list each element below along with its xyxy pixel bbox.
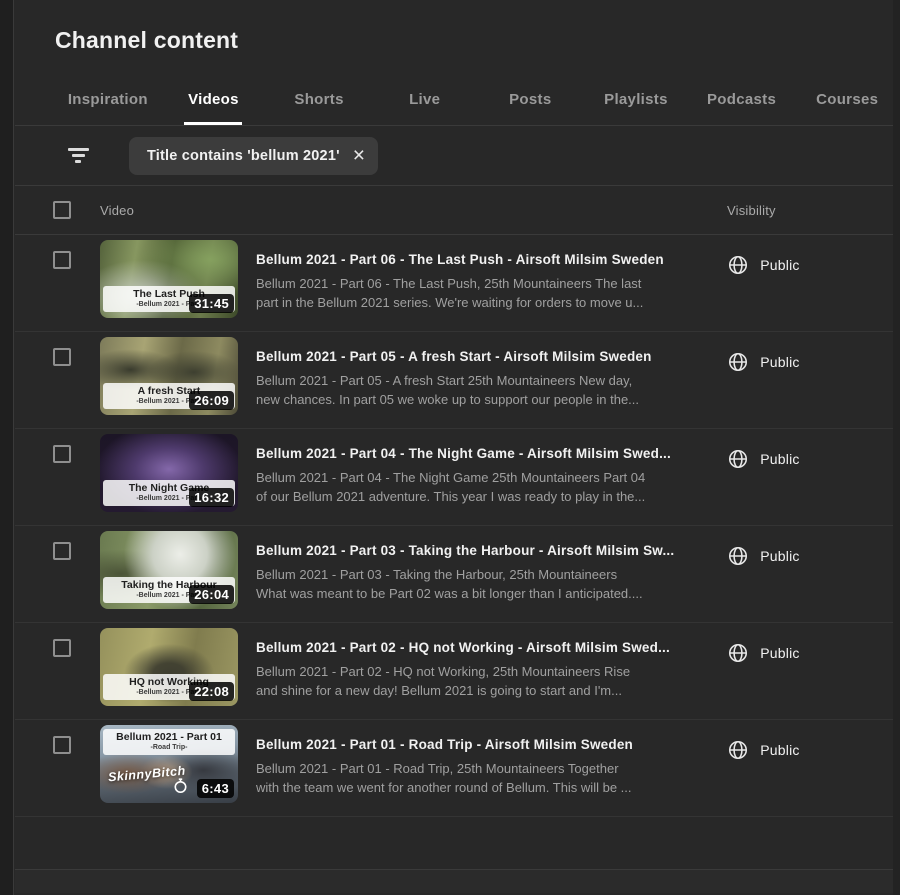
column-header-video: Video	[100, 203, 134, 218]
row-checkbox[interactable]	[53, 639, 71, 657]
row-checkbox[interactable]	[53, 542, 71, 560]
video-info: Bellum 2021 - Part 01 - Road Trip - Airs…	[256, 720, 727, 816]
page-header: Channel content	[15, 0, 900, 55]
video-info: Bellum 2021 - Part 06 - The Last Push - …	[256, 235, 727, 331]
video-info: Bellum 2021 - Part 04 - The Night Game -…	[256, 429, 727, 525]
tab-playlists[interactable]: Playlists	[583, 91, 689, 125]
visibility-selector[interactable]: Public	[727, 254, 900, 276]
visibility-selector[interactable]: Public	[727, 448, 900, 470]
duration-badge: 22:08	[189, 682, 234, 701]
video-thumbnail[interactable]: HQ not Working -Bellum 2021 - Part- 22:0…	[100, 628, 238, 706]
column-header-visibility: Visibility	[727, 203, 900, 218]
visibility-selector[interactable]: Public	[727, 351, 900, 373]
row-checkbox[interactable]	[53, 251, 71, 269]
video-row: HQ not Working -Bellum 2021 - Part- 22:0…	[15, 623, 900, 720]
video-description: Bellum 2021 - Part 05 - A fresh Start 25…	[256, 371, 727, 409]
page-title: Channel content	[55, 25, 900, 55]
video-description: Bellum 2021 - Part 02 - HQ not Working, …	[256, 662, 727, 700]
video-thumbnail[interactable]: Taking the Harbour -Bellum 2021 - Part- …	[100, 531, 238, 609]
visibility-label: Public	[760, 548, 799, 564]
video-title[interactable]: Bellum 2021 - Part 06 - The Last Push - …	[256, 252, 727, 267]
video-thumbnail[interactable]: A fresh Start -Bellum 2021 - Part- 26:09	[100, 337, 238, 415]
select-all-checkbox[interactable]	[53, 201, 71, 219]
video-description: Bellum 2021 - Part 01 - Road Trip, 25th …	[256, 759, 727, 797]
visibility-selector[interactable]: Public	[727, 545, 900, 567]
visibility-cell: Public	[727, 526, 900, 622]
duration-badge: 31:45	[189, 294, 234, 313]
filter-icon[interactable]	[67, 145, 89, 167]
visibility-selector[interactable]: Public	[727, 739, 900, 761]
video-title[interactable]: Bellum 2021 - Part 02 - HQ not Working -…	[256, 640, 727, 655]
video-info: Bellum 2021 - Part 02 - HQ not Working -…	[256, 623, 727, 719]
video-description: Bellum 2021 - Part 06 - The Last Push, 2…	[256, 274, 727, 312]
row-checkbox[interactable]	[53, 348, 71, 366]
duration-badge: 6:43	[197, 779, 234, 798]
visibility-selector[interactable]: Public	[727, 642, 900, 664]
row-checkbox[interactable]	[53, 736, 71, 754]
tab-inspiration[interactable]: Inspiration	[55, 91, 161, 125]
tab-posts[interactable]: Posts	[478, 91, 584, 125]
filter-chip-label: Title contains 'bellum 2021'	[147, 148, 340, 164]
scrollbar-track[interactable]	[893, 0, 900, 895]
table-footer	[15, 817, 900, 870]
channel-content-page: Channel content Inspiration Videos Short…	[15, 0, 900, 893]
visibility-cell: Public	[727, 720, 900, 816]
video-thumbnail[interactable]: Bellum 2021 - Part 01 -Road Trip- Skinny…	[100, 725, 238, 803]
duration-badge: 26:04	[189, 585, 234, 604]
duration-badge: 26:09	[189, 391, 234, 410]
visibility-cell: Public	[727, 332, 900, 428]
tab-shorts[interactable]: Shorts	[266, 91, 372, 125]
globe-icon	[727, 254, 749, 276]
page-bottom	[15, 870, 900, 893]
page-left-edge	[0, 0, 14, 895]
duration-badge: 16:32	[189, 488, 234, 507]
globe-icon	[727, 642, 749, 664]
visibility-label: Public	[760, 257, 799, 273]
video-thumbnail[interactable]: The Last Push -Bellum 2021 - Part- 31:45	[100, 240, 238, 318]
globe-icon	[727, 351, 749, 373]
content-tabs: Inspiration Videos Shorts Live Posts Pla…	[15, 55, 900, 126]
table-header: Video Visibility	[15, 186, 900, 235]
video-info: Bellum 2021 - Part 05 - A fresh Start - …	[256, 332, 727, 428]
video-thumbnail[interactable]: The Night Game -Bellum 2021 - Part- 16:3…	[100, 434, 238, 512]
visibility-label: Public	[760, 451, 799, 467]
video-title[interactable]: Bellum 2021 - Part 05 - A fresh Start - …	[256, 349, 727, 364]
globe-icon	[727, 739, 749, 761]
video-title[interactable]: Bellum 2021 - Part 04 - The Night Game -…	[256, 446, 727, 461]
video-row: A fresh Start -Bellum 2021 - Part- 26:09…	[15, 332, 900, 429]
filter-chip[interactable]: Title contains 'bellum 2021' ×	[129, 137, 378, 175]
globe-icon	[727, 545, 749, 567]
video-title[interactable]: Bellum 2021 - Part 01 - Road Trip - Airs…	[256, 737, 727, 752]
video-title[interactable]: Bellum 2021 - Part 03 - Taking the Harbo…	[256, 543, 727, 558]
video-row: The Last Push -Bellum 2021 - Part- 31:45…	[15, 235, 900, 332]
video-description: Bellum 2021 - Part 04 - The Night Game 2…	[256, 468, 727, 506]
active-tab-underline	[184, 122, 242, 125]
video-row: The Night Game -Bellum 2021 - Part- 16:3…	[15, 429, 900, 526]
globe-icon	[727, 448, 749, 470]
visibility-cell: Public	[727, 235, 900, 331]
tab-podcasts[interactable]: Podcasts	[689, 91, 795, 125]
row-checkbox[interactable]	[53, 445, 71, 463]
video-row: Taking the Harbour -Bellum 2021 - Part- …	[15, 526, 900, 623]
video-info: Bellum 2021 - Part 03 - Taking the Harbo…	[256, 526, 727, 622]
visibility-label: Public	[760, 354, 799, 370]
tab-courses[interactable]: Courses	[794, 91, 900, 125]
video-row: Bellum 2021 - Part 01 -Road Trip- Skinny…	[15, 720, 900, 817]
chip-close-icon[interactable]: ×	[353, 145, 365, 166]
visibility-cell: Public	[727, 429, 900, 525]
visibility-cell: Public	[727, 623, 900, 719]
tab-live[interactable]: Live	[372, 91, 478, 125]
stopwatch-icon	[172, 777, 189, 794]
visibility-label: Public	[760, 742, 799, 758]
thumbnail-caption: Bellum 2021 - Part 01 -Road Trip-	[103, 729, 235, 755]
visibility-label: Public	[760, 645, 799, 661]
filter-bar: Title contains 'bellum 2021' ×	[15, 126, 900, 186]
tab-videos[interactable]: Videos	[161, 91, 267, 125]
video-description: Bellum 2021 - Part 03 - Taking the Harbo…	[256, 565, 727, 603]
